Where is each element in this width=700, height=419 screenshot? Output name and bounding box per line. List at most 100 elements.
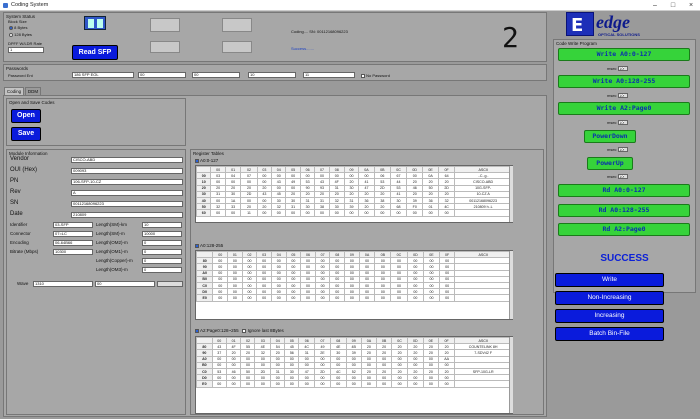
delay-spinner-4[interactable]: 100 — [618, 147, 628, 152]
t3-scrollbar[interactable] — [509, 337, 513, 413]
hex-cell[interactable]: 00 — [212, 294, 229, 302]
pwd-field-2[interactable]: 00 — [192, 72, 240, 78]
hex-cell[interactable]: 00 — [299, 209, 316, 217]
hex-cell[interactable]: 00 — [374, 294, 392, 302]
hex-cell[interactable]: 00 — [344, 294, 360, 302]
read-sfp-button[interactable]: Read SFP — [72, 45, 118, 60]
hex-cell[interactable]: 00 — [256, 209, 273, 217]
len-om1-field[interactable]: 0 — [142, 249, 182, 255]
t1-scrollbar[interactable] — [509, 166, 513, 222]
len-om2-field[interactable]: 0 — [142, 240, 182, 246]
wave-field-2[interactable]: 00 — [95, 281, 155, 287]
hex-cell[interactable]: 00 — [300, 294, 316, 302]
hex-cell[interactable]: 00 — [406, 294, 425, 302]
hex-cell[interactable]: 00 — [423, 294, 440, 302]
password-type-select[interactable]: 186 SFP EOL — [72, 72, 134, 78]
read-a0-low-button[interactable]: Rd A0:0-127 — [558, 184, 690, 197]
save-button[interactable]: Save — [11, 127, 41, 141]
hex-cell[interactable]: 00 — [358, 294, 376, 302]
len-sm-m-field[interactable]: 10000 — [142, 231, 182, 237]
sn-field[interactable]: 00112168096223 — [71, 201, 183, 207]
hex-cell[interactable]: 00 — [329, 380, 347, 388]
t1-check[interactable]: A0:0-127 — [195, 158, 218, 163]
t2-scrollbar[interactable] — [509, 251, 513, 319]
non-increasing-button[interactable]: Non-Increasing — [555, 291, 664, 305]
hex-cell[interactable]: 00 — [227, 294, 243, 302]
delay-spinner-5[interactable]: 100 — [618, 174, 628, 179]
vendor-field[interactable]: CISCO-ABD — [71, 157, 183, 163]
hex-cell[interactable]: 00 — [406, 209, 424, 217]
len-copper-field[interactable]: 0 — [142, 258, 182, 264]
hex-cell[interactable]: 00 — [345, 380, 362, 388]
hex-cell[interactable]: 00 — [438, 294, 456, 302]
tab-coding[interactable]: Coding — [4, 87, 24, 95]
hex-cell[interactable]: 00 — [314, 294, 331, 302]
wave-field[interactable]: 1310 — [33, 281, 93, 287]
bitrate-field[interactable]: 10300 — [53, 249, 93, 255]
pn-field[interactable]: 106-SFP-10-CZ — [71, 179, 183, 185]
hex-cell[interactable]: 00 — [270, 380, 286, 388]
powerdown-button[interactable]: PowerDown — [584, 130, 636, 143]
t2-check[interactable]: A0:128-255 — [195, 243, 223, 248]
t3-check[interactable]: A2:Page0:128~255 Ignore last 8Bytes — [195, 328, 284, 333]
hex-cell[interactable]: 00 — [298, 380, 316, 388]
hex-cell[interactable]: 00 — [211, 380, 227, 388]
block-opt-128[interactable]: 128 Bytes — [9, 32, 32, 37]
hex-cell[interactable]: 00 — [270, 294, 287, 302]
hex-cell[interactable]: 00 — [314, 209, 330, 217]
pwd-field-3[interactable]: 10 — [248, 72, 296, 78]
batch-bin-file-button[interactable]: Batch Bin-File — [555, 327, 664, 341]
hex-cell[interactable]: 00 — [224, 209, 242, 217]
hex-cell[interactable]: 00 — [358, 209, 375, 217]
hex-cell[interactable]: 00 — [343, 209, 360, 217]
delay-spinner-2[interactable]: 100 — [618, 93, 628, 98]
hex-cell[interactable]: 00 — [422, 380, 439, 388]
hex-cell[interactable]: 00 — [328, 209, 345, 217]
hex-cell[interactable]: 00 — [360, 380, 378, 388]
read-a2-page0-button[interactable]: Rd A2:Page0 — [558, 223, 690, 236]
identifier-select[interactable]: 03-SFP — [53, 222, 93, 228]
maximize-icon[interactable]: □ — [664, 0, 682, 11]
minimize-icon[interactable]: – — [646, 0, 664, 11]
speed-select[interactable]: 1 — [8, 47, 44, 53]
hex-cell[interactable]: 11 — [240, 209, 258, 217]
hex-cell[interactable]: 00 — [210, 209, 226, 217]
date-field[interactable]: 210809 — [71, 212, 183, 218]
pwd-field-4[interactable]: 11 — [303, 72, 355, 78]
hex-cell[interactable]: 00 — [240, 380, 256, 388]
write-a2-page0-button[interactable]: Write A2:Page0 — [558, 102, 690, 115]
hex-cell[interactable]: 00 — [285, 209, 301, 217]
pwd-field-1[interactable]: 00 — [138, 72, 186, 78]
hex-cell[interactable]: 00 — [390, 294, 408, 302]
open-button[interactable]: Open — [11, 109, 41, 123]
rev-field[interactable]: A — [71, 190, 183, 196]
hex-cell[interactable]: 00 — [389, 209, 408, 217]
hex-cell[interactable]: 00 — [225, 380, 242, 388]
len-sm-km-field[interactable]: 10 — [142, 222, 182, 228]
hex-cell[interactable]: 00 — [285, 294, 302, 302]
write-button[interactable]: Write — [555, 273, 664, 287]
write-a0-low-button[interactable]: Write A0:0-127 — [558, 48, 690, 61]
hex-cell[interactable]: 00 — [329, 294, 346, 302]
no-password-check[interactable]: No Password — [361, 73, 390, 78]
close-icon[interactable]: × — [682, 0, 700, 11]
hex-cell[interactable]: 00 — [256, 294, 272, 302]
powerup-button[interactable]: PowerUp — [587, 157, 633, 170]
hex-cell[interactable]: 00 — [254, 380, 272, 388]
hex-cell[interactable]: 00 — [284, 380, 300, 388]
hex-cell[interactable]: 00 — [437, 209, 456, 217]
block-opt-8[interactable]: 8 Bytes — [9, 25, 27, 30]
delay-spinner-1[interactable]: 100 — [618, 66, 628, 71]
write-a0-high-button[interactable]: Write A0:128-255 — [558, 75, 690, 88]
connector-select[interactable]: 07=LC — [53, 231, 93, 237]
hex-cell[interactable]: 00 — [373, 209, 391, 217]
delay-spinner-3[interactable]: 100 — [618, 120, 628, 125]
tab-ddm[interactable]: DDM — [25, 87, 41, 95]
wave-unit-select[interactable] — [157, 281, 183, 287]
oui-field[interactable]: 009093 — [71, 168, 183, 174]
hex-cell[interactable]: 00 — [391, 380, 408, 388]
hex-cell[interactable]: 00 — [406, 380, 424, 388]
read-a0-high-button[interactable]: Rd A0:128-255 — [558, 204, 690, 217]
hex-cell[interactable]: 00 — [422, 209, 439, 217]
encoding-select[interactable]: 06-64B66 — [53, 240, 93, 246]
